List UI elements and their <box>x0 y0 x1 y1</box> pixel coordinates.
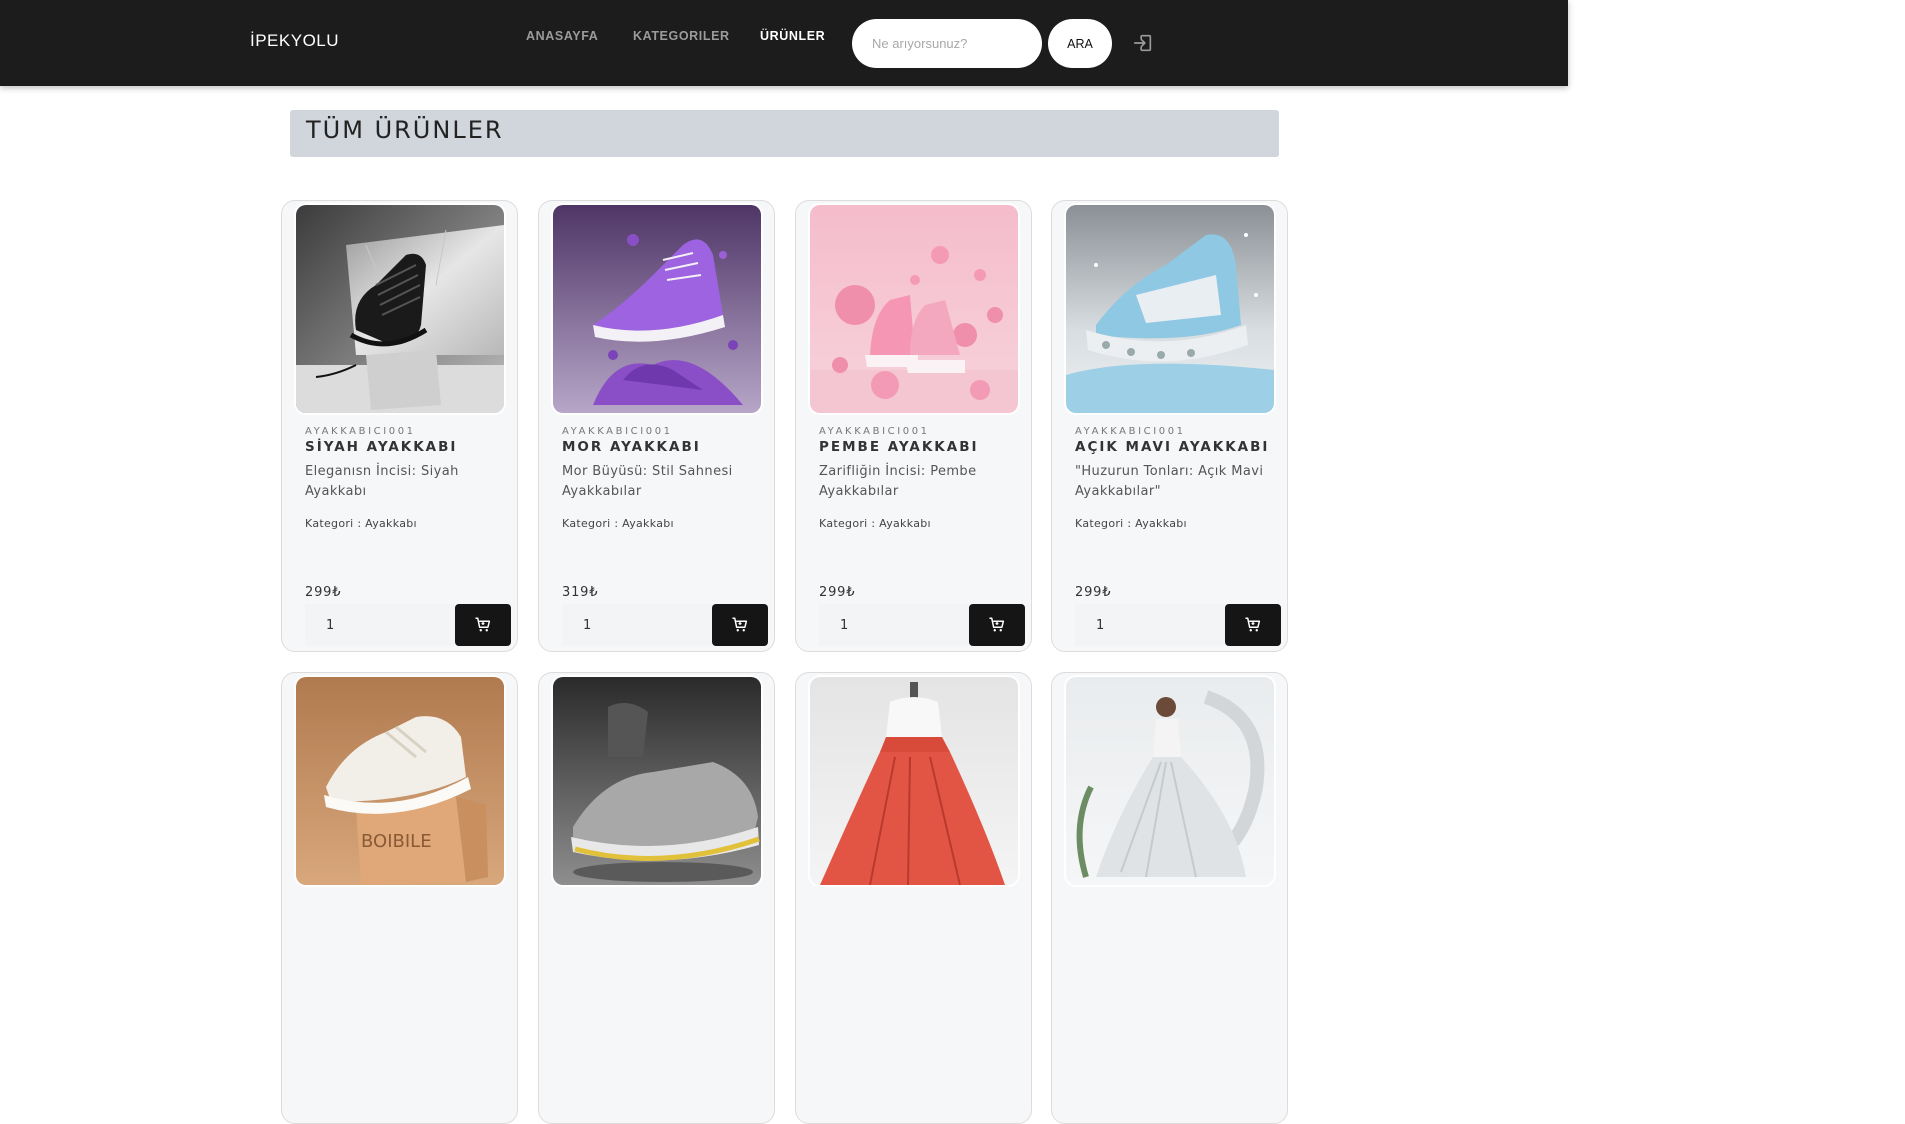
product-category: Kategori : Ayakkabı <box>1075 517 1187 530</box>
add-to-cart-button[interactable] <box>455 604 511 646</box>
quantity-input[interactable] <box>305 604 455 646</box>
search-button[interactable]: ARA <box>1048 19 1112 68</box>
navbar: İPEKYOLU ANASAYFA KATEGORILER ÜRÜNLER AR… <box>0 0 1568 86</box>
product-name[interactable]: SİYAH AYAKKABI <box>305 439 457 455</box>
grey-yellow-sneaker-image <box>553 677 761 885</box>
product-category: Kategori : Ayakkabı <box>819 517 931 530</box>
product-description: Mor Büyüsü: Stil Sahnesi Ayakkabılar <box>562 464 733 499</box>
product-category: Kategori : Ayakkabı <box>305 517 417 530</box>
page-title: TÜM ÜRÜNLER <box>306 116 504 144</box>
nav-link-home[interactable]: ANASAYFA <box>526 29 598 43</box>
product-image[interactable] <box>296 205 504 413</box>
product-image[interactable] <box>553 677 761 885</box>
light-blue-sneaker-image <box>1066 205 1274 413</box>
product-sku: AYAKKABICI001 <box>1075 426 1186 437</box>
add-to-cart-button[interactable] <box>712 604 768 646</box>
product-image[interactable] <box>810 205 1018 413</box>
product-price: 299₺ <box>1075 585 1112 600</box>
white-gown-image <box>1066 677 1274 885</box>
product-description: "Huzurun Tonları: Açık Mavi Ayakkabılar" <box>1075 464 1264 499</box>
product-image[interactable] <box>1066 205 1274 413</box>
cart-icon <box>989 617 1005 632</box>
product-sku: AYAKKABICI001 <box>819 426 930 437</box>
product-description: Eleganısn İncisi: Siyah Ayakkabı <box>305 464 459 499</box>
pink-sneaker-image <box>810 205 1018 413</box>
product-description: Zarifliğin İncisi: Pembe Ayakkabılar <box>819 464 977 499</box>
product-image[interactable] <box>1066 677 1274 885</box>
product-card: AYAKKABICI001 MOR AYAKKABI Mor Büyüsü: S… <box>538 200 775 652</box>
product-image[interactable] <box>553 205 761 413</box>
cart-icon <box>732 617 748 632</box>
add-to-cart-button[interactable] <box>969 604 1025 646</box>
product-card: AYAKKABICI001 PEMBE AYAKKABI Zarifliğin … <box>795 200 1032 652</box>
red-skirt-dress-image <box>810 677 1018 885</box>
quantity-input[interactable] <box>819 604 969 646</box>
product-name[interactable]: PEMBE AYAKKABI <box>819 439 979 455</box>
product-card <box>795 672 1032 1124</box>
product-card <box>1051 672 1288 1124</box>
product-category: Kategori : Ayakkabı <box>562 517 674 530</box>
product-name[interactable]: AÇIK MAVI AYAKKABI <box>1075 439 1269 455</box>
product-price: 319₺ <box>562 585 599 600</box>
product-card: AYAKKABICI001 SİYAH AYAKKABI Eleganısn İ… <box>281 200 518 652</box>
page-header: TÜM ÜRÜNLER <box>290 110 1279 157</box>
product-name[interactable]: MOR AYAKKABI <box>562 439 701 455</box>
brand-logo[interactable]: İPEKYOLU <box>250 31 339 51</box>
white-sneaker-on-box-image: BOIBILE <box>296 677 504 885</box>
quantity-input[interactable] <box>1075 604 1225 646</box>
product-sku: AYAKKABICI001 <box>305 426 416 437</box>
cart-icon <box>1245 617 1261 632</box>
quantity-input[interactable] <box>562 604 712 646</box>
box-text: BOIBILE <box>361 831 432 852</box>
add-to-cart-button[interactable] <box>1225 604 1281 646</box>
login-icon[interactable] <box>1132 32 1154 54</box>
product-card: BOIBILE <box>281 672 518 1124</box>
product-image[interactable] <box>810 677 1018 885</box>
search-input[interactable] <box>852 19 1042 68</box>
black-sneaker-image <box>296 205 504 413</box>
purple-sneaker-image <box>553 205 761 413</box>
product-card <box>538 672 775 1124</box>
product-price: 299₺ <box>305 585 342 600</box>
cart-icon <box>475 617 491 632</box>
product-price: 299₺ <box>819 585 856 600</box>
product-card: AYAKKABICI001 AÇIK MAVI AYAKKABI "Huzuru… <box>1051 200 1288 652</box>
nav-link-categories[interactable]: KATEGORILER <box>633 29 730 43</box>
product-image[interactable]: BOIBILE <box>296 677 504 885</box>
nav-link-products[interactable]: ÜRÜNLER <box>760 29 825 43</box>
product-sku: AYAKKABICI001 <box>562 426 673 437</box>
